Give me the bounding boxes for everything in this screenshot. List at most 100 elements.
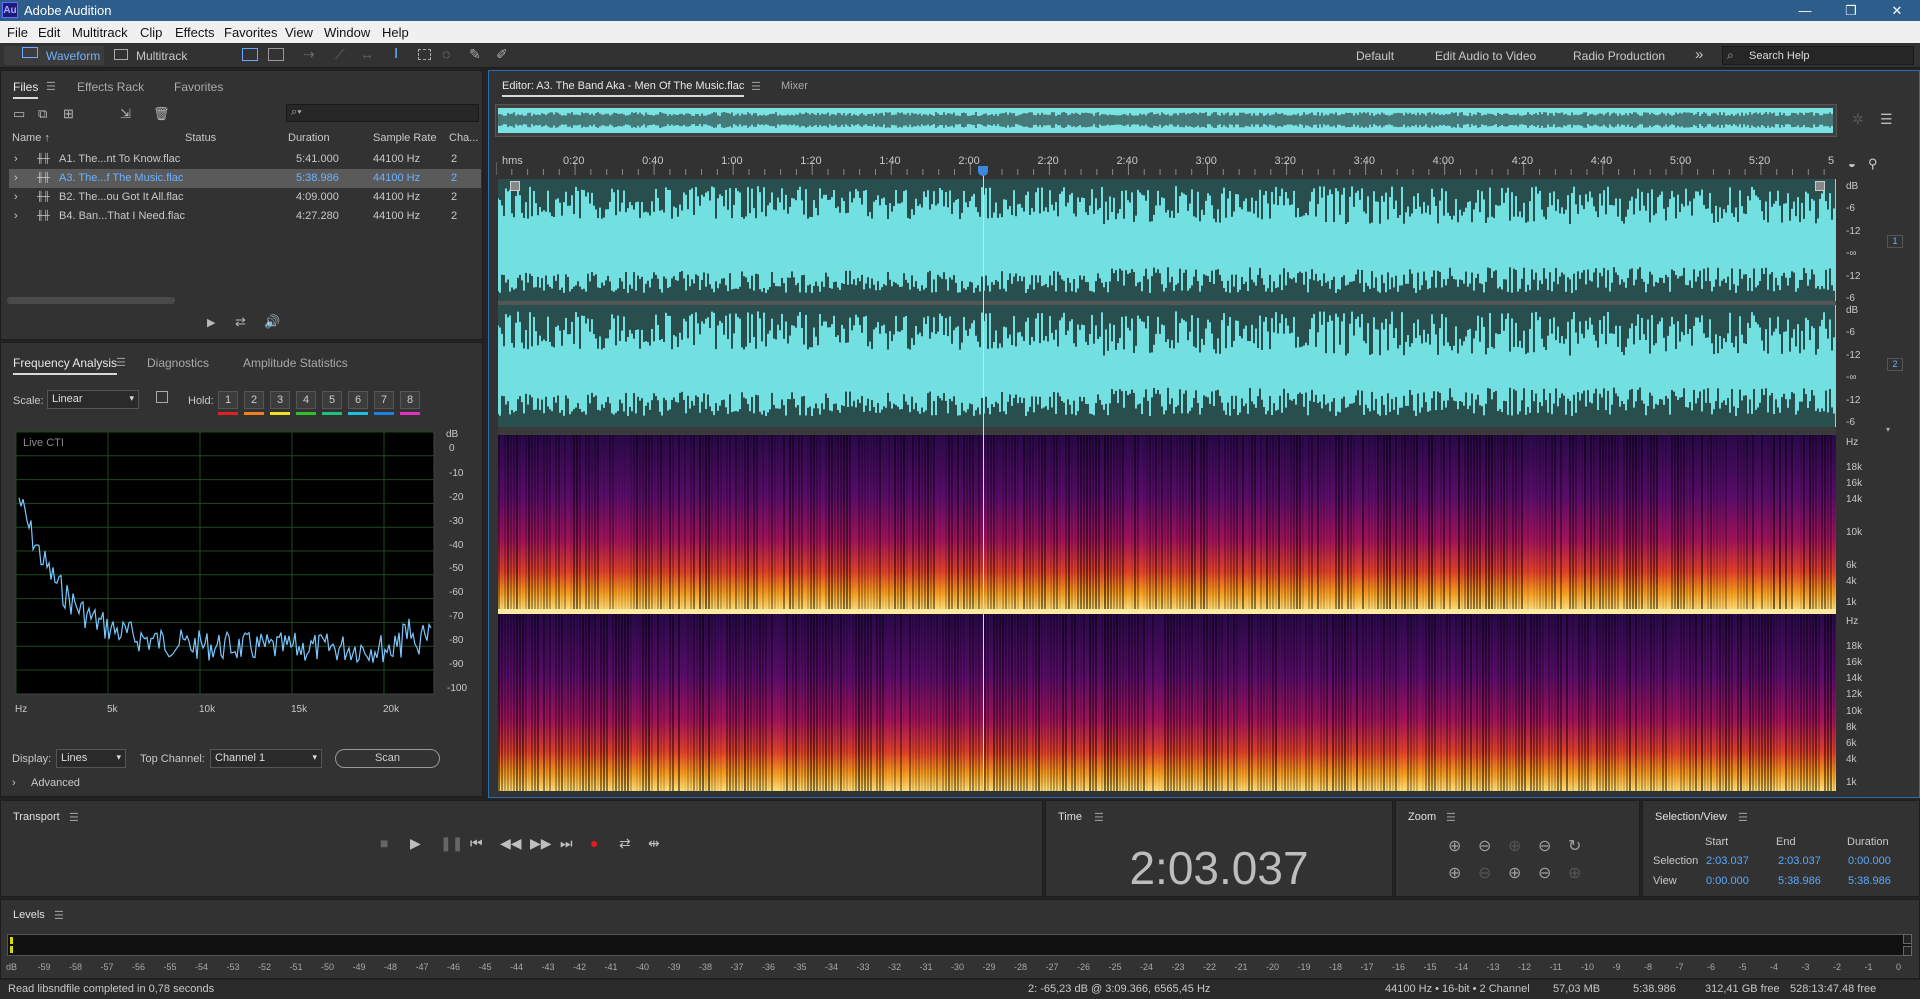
search-help-field[interactable]: ⌕ Search Help xyxy=(1722,46,1914,65)
tab-amplitude-statistics[interactable]: Amplitude Statistics xyxy=(243,356,348,370)
loop-preview-icon[interactable]: ⇄ xyxy=(235,314,246,330)
headphones-icon[interactable]: ◒ xyxy=(1848,156,1856,171)
editor-menu-icon[interactable]: ☰ xyxy=(751,80,761,93)
top-channel-dropdown[interactable]: Channel 1 ▾ xyxy=(210,749,322,768)
expand-chevron-icon[interactable]: › xyxy=(14,172,18,184)
menu-window[interactable]: Window xyxy=(324,25,370,40)
spectral-display[interactable] xyxy=(498,435,1836,791)
time-menu-icon[interactable]: ☰ xyxy=(1094,811,1104,824)
menu-view[interactable]: View xyxy=(285,25,313,40)
spectral-waveform-toggle-icon[interactable] xyxy=(242,48,258,61)
zoom-in-point-icon[interactable]: ⊕ xyxy=(1508,863,1521,883)
zoom-in-time-icon[interactable]: ⊕ xyxy=(1508,836,1521,856)
levels-menu-icon[interactable]: ☰ xyxy=(54,909,64,922)
scale-dropdown[interactable]: Linear ▾ xyxy=(47,390,139,409)
selection-start[interactable]: 2:03.037 xyxy=(1706,855,1749,867)
menu-help[interactable]: Help xyxy=(382,25,409,40)
workspace-overflow-button[interactable]: » xyxy=(1695,46,1703,63)
spectral-frequency-toggle-icon[interactable] xyxy=(268,48,284,61)
file-row[interactable]: › ╫╫ A1. The...nt To Know.flac 5:41.000 … xyxy=(9,150,481,169)
display-options-icon[interactable]: ☰ xyxy=(1880,111,1893,128)
fast-forward-button[interactable]: ▶▶ xyxy=(530,835,552,852)
advanced-toggle[interactable]: Advanced xyxy=(31,777,80,789)
slip-tool-icon[interactable]: ↔ xyxy=(360,46,374,62)
skip-selection-button[interactable]: ⇹ xyxy=(648,835,660,852)
close-button[interactable]: ✕ xyxy=(1874,0,1920,21)
chevron-down-icon[interactable]: ▾ xyxy=(1886,425,1890,434)
file-row-selected[interactable]: › ╫╫ A3. The...f The Music.flac 5:38.986… xyxy=(9,169,481,188)
column-channels[interactable]: Cha... xyxy=(449,132,478,144)
hold-button-5[interactable]: 5 xyxy=(322,391,342,409)
column-duration[interactable]: Duration xyxy=(288,132,330,144)
hold-button-1[interactable]: 1 xyxy=(218,391,238,409)
tab-files[interactable]: Files xyxy=(13,80,39,99)
multitrack-view-button[interactable]: Multitrack xyxy=(110,46,200,65)
tab-frequency-analysis[interactable]: Frequency Analysis xyxy=(13,356,118,375)
pin-icon[interactable]: ⚲ xyxy=(1868,156,1878,172)
clip-indicator-right[interactable] xyxy=(1903,946,1912,956)
waveform-view-button[interactable]: Waveform xyxy=(4,46,104,65)
advanced-chevron-icon[interactable]: › xyxy=(12,777,16,789)
expand-chevron-icon[interactable]: › xyxy=(14,191,18,203)
expand-chevron-icon[interactable]: › xyxy=(14,153,18,165)
pause-button[interactable]: ❚❚ xyxy=(440,835,463,852)
lasso-tool-icon[interactable]: ◌ xyxy=(442,46,450,62)
zoom-out-point-icon[interactable]: ⊖ xyxy=(1538,863,1551,883)
selection-view-menu-icon[interactable]: ☰ xyxy=(1738,811,1748,824)
time-ruler[interactable] xyxy=(496,152,1836,175)
razor-tool-icon[interactable]: ⟋ xyxy=(335,46,345,63)
brush-tool-icon[interactable]: ✎ xyxy=(469,46,481,63)
files-search-input[interactable]: ⌕▾ xyxy=(286,104,479,122)
tab-diagnostics[interactable]: Diagnostics xyxy=(147,356,209,370)
view-duration[interactable]: 5:38.986 xyxy=(1848,875,1891,887)
hold-button-4[interactable]: 4 xyxy=(296,391,316,409)
menu-clip[interactable]: Clip xyxy=(140,25,162,40)
auto-play-icon[interactable]: 🔊 xyxy=(264,314,280,330)
tab-editor[interactable]: Editor: A3. The Band Aka - Men Of The Mu… xyxy=(502,80,745,97)
tab-mixer[interactable]: Mixer xyxy=(781,80,808,92)
channel-1-badge[interactable]: 1 xyxy=(1887,235,1903,248)
menu-file[interactable]: File xyxy=(7,25,28,40)
hold-button-7[interactable]: 7 xyxy=(374,391,394,409)
files-menu-icon[interactable]: ☰ xyxy=(46,80,56,93)
tab-effects-rack[interactable]: Effects Rack xyxy=(77,80,144,94)
scan-button[interactable]: Scan xyxy=(335,749,440,768)
workspace-edit-audio-video[interactable]: Edit Audio to Video xyxy=(1435,49,1536,63)
delete-file-icon[interactable]: 🗑 xyxy=(153,106,170,122)
zoom-out-time-icon[interactable]: ⊖ xyxy=(1538,836,1551,856)
column-status[interactable]: Status xyxy=(185,132,216,144)
marquee-selection-tool-icon[interactable] xyxy=(418,49,431,60)
expand-chevron-icon[interactable]: › xyxy=(14,210,18,222)
stop-button[interactable]: ■ xyxy=(380,835,388,851)
workspace-default[interactable]: Default xyxy=(1356,49,1394,63)
time-selection-tool-icon[interactable]: I xyxy=(394,45,398,62)
import-file-icon[interactable]: ⧉ xyxy=(38,106,47,122)
new-file-icon[interactable]: ⊞ xyxy=(63,106,74,122)
zoom-selection-icon[interactable]: ⊕ xyxy=(1568,863,1581,883)
file-row[interactable]: › ╫╫ B4. Ban...That I Need.flac 4:27.280… xyxy=(9,207,481,226)
zoom-reset-icon[interactable]: ↻ xyxy=(1568,836,1581,856)
previous-button[interactable]: ⏮ xyxy=(470,835,483,852)
hold-button-2[interactable]: 2 xyxy=(244,391,264,409)
column-sample-rate[interactable]: Sample Rate xyxy=(373,132,437,144)
view-end[interactable]: 5:38.986 xyxy=(1778,875,1821,887)
move-tool-icon[interactable]: ⇢ xyxy=(303,46,315,63)
playhead-cti[interactable] xyxy=(983,166,985,791)
zoom-menu-icon[interactable]: ☰ xyxy=(1446,811,1456,824)
frequency-analysis-menu-icon[interactable]: ☰ xyxy=(116,356,126,369)
workspace-radio-production[interactable]: Radio Production xyxy=(1573,49,1665,63)
spot-healing-tool-icon[interactable]: ✐ xyxy=(496,46,508,63)
insert-into-multitrack-icon[interactable]: ⇲ xyxy=(120,106,131,122)
loop-playback-button[interactable]: ⇄ xyxy=(619,835,631,852)
zoom-to-selection-icon[interactable]: ⊕ xyxy=(1448,863,1461,883)
menu-effects[interactable]: Effects xyxy=(175,25,215,40)
zoom-out-full-icon[interactable]: ⊖ xyxy=(1478,863,1491,883)
fade-in-handle[interactable] xyxy=(510,181,520,191)
open-file-icon[interactable]: ▭ xyxy=(13,106,25,122)
snapshot-icon[interactable] xyxy=(156,391,168,403)
waveform-display[interactable] xyxy=(498,179,1836,427)
rewind-button[interactable]: ◀◀ xyxy=(500,835,522,852)
menu-multitrack[interactable]: Multitrack xyxy=(72,25,128,40)
file-row[interactable]: › ╫╫ B2. The...ou Got It All.flac 4:09.0… xyxy=(9,188,481,207)
play-button[interactable]: ▶ xyxy=(410,835,421,852)
